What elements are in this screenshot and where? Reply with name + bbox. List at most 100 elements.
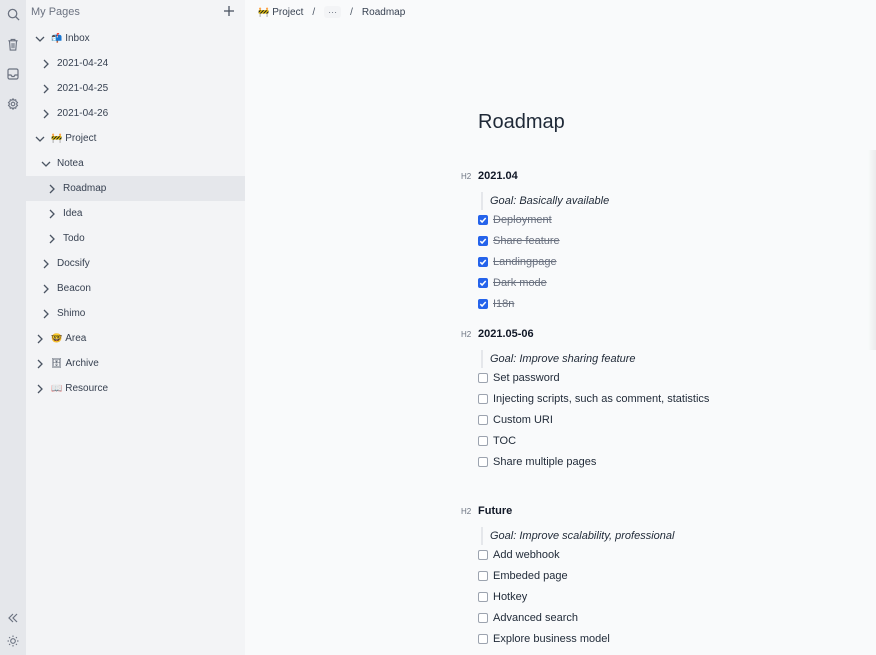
sidebar-item-docsify[interactable]: Docsify [26, 251, 245, 276]
breadcrumb-project[interactable]: Project [272, 7, 303, 18]
settings-icon[interactable] [3, 94, 23, 114]
sidebar-title: My Pages [31, 6, 80, 18]
sidebar-item-notea[interactable]: Notea [26, 151, 245, 176]
sidebar-item-label: Archive [65, 358, 99, 369]
sidebar-item-idea[interactable]: Idea [26, 201, 245, 226]
sidebar-item-2021-04-26[interactable]: 2021-04-26 [26, 101, 245, 126]
task-item[interactable]: Explore business model [478, 630, 610, 648]
chevron-right-icon[interactable] [41, 59, 51, 69]
task-item[interactable]: I18n [478, 295, 514, 313]
task-text: I18n [493, 298, 515, 310]
goal-blockquote[interactable]: Goal: Improve scalability, professional [481, 527, 674, 545]
task-text: Set password [493, 372, 560, 384]
checkbox-checked[interactable] [478, 215, 488, 225]
section-heading[interactable]: H2 2021.05-06 [461, 328, 534, 340]
checkbox-unchecked[interactable] [478, 550, 488, 560]
checkbox-checked[interactable] [478, 257, 488, 267]
task-item[interactable]: Share multiple pages [478, 453, 596, 471]
main-content: 🚧 Project / ··· / Roadmap Roadmap H2 2021… [245, 0, 876, 655]
sidebar-item-beacon[interactable]: Beacon [26, 276, 245, 301]
sidebar-item-roadmap[interactable]: Roadmap [26, 176, 245, 201]
sidebar-item-label: Area [65, 333, 87, 344]
chevron-right-icon[interactable] [47, 184, 57, 194]
chevron-down-icon[interactable] [41, 159, 51, 169]
chevron-right-icon[interactable] [47, 209, 57, 219]
checkbox-checked[interactable] [478, 278, 488, 288]
sidebar-item-inbox[interactable]: 📬 Inbox [26, 26, 245, 51]
sidebar-item-project[interactable]: 🚧 Project [26, 126, 245, 151]
chevron-down-icon[interactable] [35, 34, 45, 44]
checkbox-unchecked[interactable] [478, 373, 488, 383]
sidebar-item-2021-04-25[interactable]: 2021-04-25 [26, 76, 245, 101]
chevron-right-icon[interactable] [41, 109, 51, 119]
sidebar-item-todo[interactable]: Todo [26, 226, 245, 251]
chevron-right-icon[interactable] [41, 309, 51, 319]
task-item[interactable]: Embeded page [478, 567, 568, 585]
task-text: TOC [493, 435, 517, 447]
checkbox-checked[interactable] [478, 236, 488, 246]
goal-blockquote[interactable]: Goal: Improve sharing feature [481, 350, 636, 368]
checkbox-unchecked[interactable] [478, 571, 488, 581]
task-item[interactable]: Share feature [478, 232, 560, 250]
collapse-sidebar-icon[interactable] [3, 608, 23, 628]
task-item[interactable]: Add webhook [478, 546, 560, 564]
task-item[interactable]: Deployment [478, 211, 552, 229]
search-icon[interactable] [3, 4, 23, 24]
sidebar-item-shimo[interactable]: Shimo [26, 301, 245, 326]
breadcrumb-separator: / [350, 6, 353, 18]
task-item[interactable]: Injecting scripts, such as comment, stat… [478, 390, 709, 408]
task-text: Share multiple pages [493, 456, 597, 468]
chevron-right-icon[interactable] [35, 359, 45, 369]
sidebar-item-2021-04-24[interactable]: 2021-04-24 [26, 51, 245, 76]
goal-blockquote[interactable]: Goal: Basically available [481, 192, 609, 210]
chevron-down-icon[interactable] [35, 134, 45, 144]
chevron-right-icon[interactable] [35, 384, 45, 394]
checkbox-unchecked[interactable] [478, 394, 488, 404]
task-item[interactable]: TOC [478, 432, 516, 450]
chevron-right-icon[interactable] [41, 259, 51, 269]
chevron-right-icon[interactable] [47, 234, 57, 244]
page-title[interactable]: Roadmap [478, 111, 565, 134]
sidebar-item-resource[interactable]: 📖 Resource [26, 376, 245, 401]
checkbox-unchecked[interactable] [478, 592, 488, 602]
task-item[interactable]: Dark mode [478, 274, 547, 292]
task-text: Dark mode [493, 277, 547, 289]
checkbox-unchecked[interactable] [478, 436, 488, 446]
add-page-icon[interactable] [223, 4, 237, 18]
section-heading[interactable]: H2 Future [461, 505, 512, 517]
task-item[interactable]: Set password [478, 369, 560, 387]
task-item[interactable]: Landingpage [478, 253, 557, 271]
theme-toggle-icon[interactable] [3, 631, 23, 651]
breadcrumb-more-button[interactable]: ··· [324, 6, 342, 18]
task-item[interactable]: Advanced search [478, 609, 578, 627]
sidebar-item-label: Shimo [57, 308, 86, 319]
section-heading[interactable]: H2 2021.04 [461, 170, 518, 182]
task-text: Injecting scripts, such as comment, stat… [493, 393, 710, 405]
chevron-right-icon[interactable] [41, 284, 51, 294]
sidebar-item-archive[interactable]: 🗄 Archive [26, 351, 245, 376]
task-text: Landingpage [493, 256, 557, 268]
sidebar-item-label: Docsify [57, 258, 90, 269]
checkbox-unchecked[interactable] [478, 634, 488, 644]
task-item[interactable]: Hotkey [478, 588, 527, 606]
page-emoji-icon: 📬 [51, 33, 63, 43]
page-emoji-icon: 🗄 [51, 358, 63, 368]
breadcrumb-current[interactable]: Roadmap [362, 7, 405, 18]
section-heading-text: Future [478, 505, 513, 517]
inbox-icon[interactable] [3, 64, 23, 84]
sidebar-header: My Pages [26, 0, 245, 25]
sidebar-item-area[interactable]: 🤓 Area [26, 326, 245, 351]
task-item[interactable]: Custom URI [478, 411, 553, 429]
checkbox-unchecked[interactable] [478, 415, 488, 425]
checkbox-unchecked[interactable] [478, 457, 488, 467]
chevron-right-icon[interactable] [35, 334, 45, 344]
checkbox-checked[interactable] [478, 299, 488, 309]
chevron-right-icon[interactable] [41, 84, 51, 94]
edge-shadow [868, 150, 876, 350]
sidebar-item-label: Notea [57, 158, 84, 169]
checkbox-unchecked[interactable] [478, 613, 488, 623]
sidebar-item-label: Resource [65, 383, 109, 394]
sidebar-item-label: Idea [63, 208, 83, 219]
trash-icon[interactable] [3, 34, 23, 54]
sidebar: My Pages 📬 Inbox 2021-04-24 2021-04-25 2021-… [26, 0, 245, 655]
